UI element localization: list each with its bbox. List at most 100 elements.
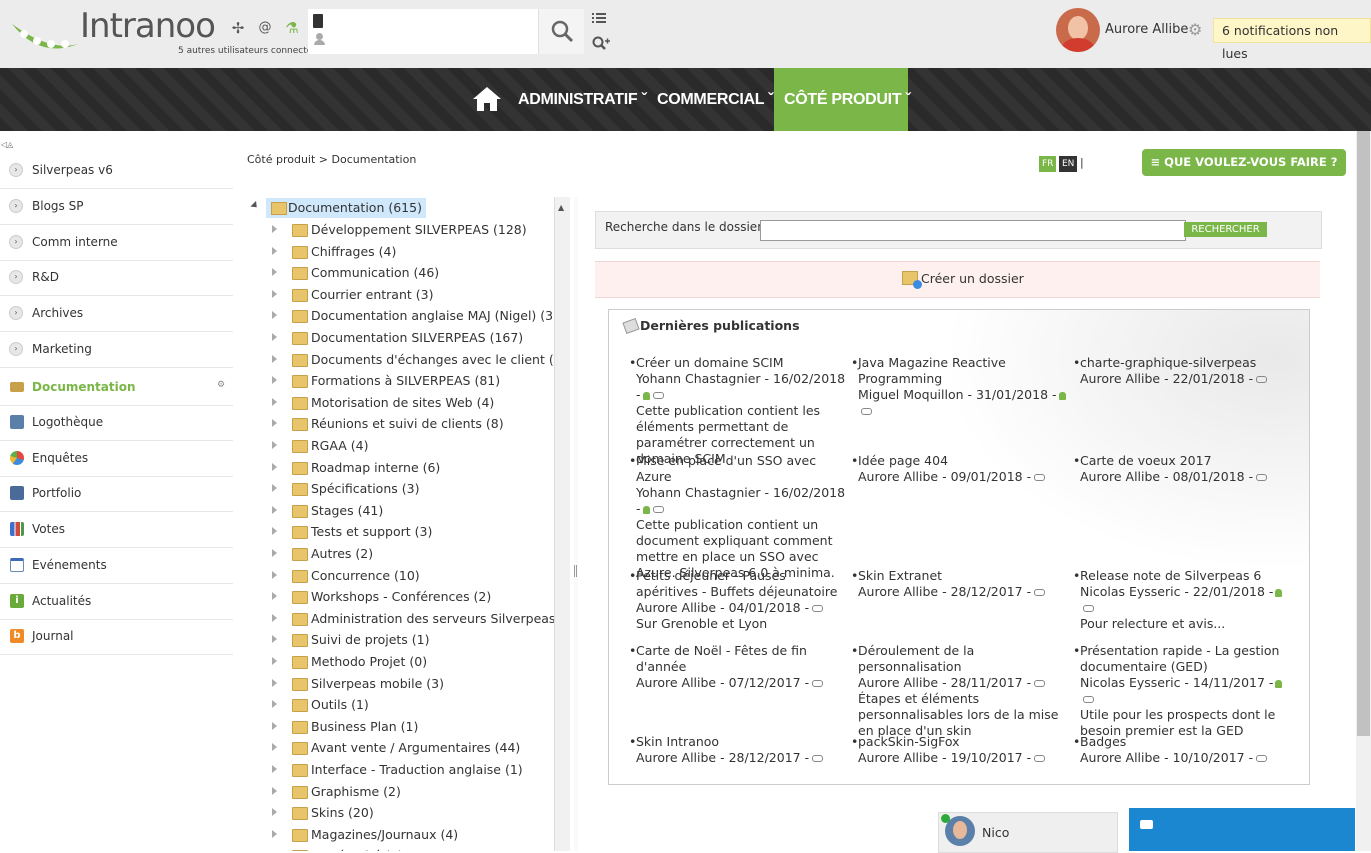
- list-icon[interactable]: [592, 12, 606, 24]
- publication-item[interactable]: • Déroulement de la personnalisation Auror…: [851, 643, 1073, 739]
- link-icon[interactable]: [1083, 605, 1094, 612]
- publication-title[interactable]: Carte de Noël - Fêtes de fin d'année: [636, 643, 851, 675]
- lang-en[interactable]: EN: [1059, 156, 1078, 172]
- link-icon[interactable]: [812, 755, 824, 762]
- publication-item[interactable]: • Présentation rapide - La gestion docume…: [1073, 643, 1295, 739]
- expand-arrow-icon[interactable]: [272, 527, 277, 536]
- publication-item[interactable]: • Idée page 404 Aurore Allibe - 09/01/2018…: [851, 453, 1073, 485]
- expand-arrow-icon[interactable]: [272, 268, 277, 277]
- link-icon[interactable]: [1256, 755, 1268, 762]
- expand-arrow-icon[interactable]: [272, 613, 277, 622]
- breadcrumb[interactable]: Côté produit > Documentation: [247, 153, 416, 166]
- expand-arrow-icon[interactable]: [272, 743, 277, 752]
- expand-arrow-icon[interactable]: [272, 657, 277, 665]
- publication-item[interactable]: • Java Magazine Reactive Programming Migue…: [851, 355, 1073, 419]
- chat-bubble-icon[interactable]: [1140, 820, 1153, 829]
- user-name[interactable]: Aurore Allibe: [1105, 22, 1188, 37]
- publication-item[interactable]: • Créer un domaine SCIM Yohann Chastagnier…: [629, 355, 851, 467]
- expand-arrow-icon[interactable]: [272, 441, 277, 449]
- expand-arrow-icon[interactable]: [272, 484, 277, 493]
- expand-arrow-icon[interactable]: [272, 419, 277, 428]
- expand-arrow-icon[interactable]: [272, 765, 277, 773]
- logo-text[interactable]: Intranoo: [80, 6, 216, 46]
- at-sign-icon[interactable]: @: [256, 19, 274, 37]
- publication-item[interactable]: • Skin Extranet Aurore Allibe - 28/12/2017…: [851, 568, 1073, 600]
- sidebar-item-blogs-sp[interactable]: › Blogs SP: [0, 189, 233, 225]
- publication-title[interactable]: Skin Intranoo: [636, 734, 851, 750]
- expand-arrow-icon[interactable]: [272, 246, 277, 255]
- link-icon[interactable]: [1083, 696, 1094, 703]
- expand-arrow-icon[interactable]: [272, 808, 277, 817]
- nav-commercial[interactable]: COMMERCIAL ˇ: [657, 68, 773, 131]
- publication-title[interactable]: charte-graphique-silverpeas: [1080, 355, 1295, 371]
- expand-arrow-icon[interactable]: [272, 549, 277, 557]
- expand-arrow-icon[interactable]: [272, 376, 277, 385]
- publication-title[interactable]: Java Magazine Reactive Programming: [858, 355, 1073, 387]
- expand-arrow-icon[interactable]: [272, 700, 277, 709]
- publication-item[interactable]: • packSkin-SigFox Aurore Allibe - 19/10/20…: [851, 734, 1073, 766]
- link-icon[interactable]: [1034, 680, 1046, 687]
- sidebar-item-archives[interactable]: › Archives: [0, 296, 233, 332]
- expand-arrow-icon[interactable]: [272, 354, 277, 363]
- link-icon[interactable]: [1034, 589, 1046, 596]
- sidebar-item-logotheque[interactable]: Logothèque: [0, 405, 233, 441]
- link-icon[interactable]: [1034, 755, 1046, 762]
- link-icon[interactable]: [1256, 376, 1268, 383]
- publication-title[interactable]: Idée page 404: [858, 453, 1073, 469]
- sidebar-item-votes[interactable]: Votes: [0, 512, 233, 548]
- publication-title[interactable]: Déroulement de la personnalisation: [858, 643, 1073, 675]
- home-icon[interactable]: [472, 86, 502, 112]
- nav-cote-produit[interactable]: CÔTÉ PRODUIT ˇ: [784, 68, 911, 131]
- expand-arrow-icon[interactable]: [272, 397, 277, 406]
- sidebar-item-comm-interne[interactable]: › Comm interne: [0, 225, 233, 261]
- expand-arrow-icon[interactable]: [272, 635, 277, 644]
- folder-search-button[interactable]: RECHERCHER: [1184, 222, 1267, 237]
- link-icon[interactable]: [1256, 474, 1268, 481]
- users-connected-link[interactable]: 5 autres utilisateurs connectés: [178, 46, 317, 56]
- notifications-badge[interactable]: 6 notifications non lues: [1213, 18, 1371, 61]
- publication-item[interactable]: • Petits déjeuner - Pauses apéritives - B…: [629, 568, 851, 632]
- publication-title[interactable]: Créer un domaine SCIM: [636, 355, 851, 371]
- publication-title[interactable]: Petits déjeuner - Pauses apéritives - Bu…: [636, 568, 851, 600]
- link-icon[interactable]: [812, 605, 824, 612]
- what-do-you-want-button[interactable]: ≡ QUE VOULEZ-VOUS FAIRE ?: [1142, 149, 1346, 176]
- sidebar-item-journal[interactable]: b Journal: [0, 619, 233, 655]
- user-avatar[interactable]: [1056, 8, 1100, 52]
- global-search-input[interactable]: [308, 9, 538, 54]
- sidebar-item-portfolio[interactable]: Portfolio: [0, 476, 233, 512]
- expand-arrow-icon[interactable]: [272, 592, 277, 601]
- sidebar-item-actualites[interactable]: i Actualités: [0, 584, 233, 620]
- expand-arrow-icon[interactable]: [272, 829, 277, 838]
- expand-arrow-icon[interactable]: [272, 225, 277, 233]
- expand-arrow-icon[interactable]: [272, 721, 277, 730]
- scroll-up-icon[interactable]: ▲: [558, 203, 564, 212]
- publication-title[interactable]: Skin Extranet: [858, 568, 1073, 584]
- signpost-icon[interactable]: ✢: [229, 19, 247, 37]
- add-folder-icon[interactable]: [902, 271, 922, 289]
- expand-arrow-icon[interactable]: [272, 311, 277, 320]
- folder-search-input[interactable]: [760, 220, 1186, 241]
- publication-item[interactable]: • Carte de Noël - Fêtes de fin d'année Aur…: [629, 643, 851, 691]
- link-icon[interactable]: [652, 506, 664, 513]
- link-icon[interactable]: [1034, 474, 1046, 481]
- expand-arrow-icon[interactable]: [272, 333, 277, 341]
- expand-arrow-icon[interactable]: [272, 786, 277, 795]
- create-folder-link[interactable]: Créer un dossier: [921, 271, 1024, 286]
- expand-arrow-icon[interactable]: [272, 678, 277, 687]
- link-icon[interactable]: [812, 680, 824, 687]
- sidebar-item-enquetes[interactable]: Enquêtes: [0, 441, 233, 477]
- publication-item[interactable]: • charte-graphique-silverpeas Aurore Allib…: [1073, 355, 1295, 387]
- tree-root-documentation[interactable]: Documentation (615): [266, 198, 426, 218]
- user-icon[interactable]: [314, 33, 326, 47]
- gear-icon[interactable]: ⚙: [1188, 20, 1202, 39]
- publication-item[interactable]: • Badges Aurore Allibe - 10/10/2017 -: [1073, 734, 1295, 766]
- publication-title[interactable]: Release note de Silverpeas 6: [1080, 568, 1295, 584]
- publication-title[interactable]: Présentation rapide - La gestion documen…: [1080, 643, 1295, 675]
- publication-title[interactable]: Mise en place d'un SSO avec Azure: [636, 453, 851, 485]
- expand-arrow-icon[interactable]: [272, 289, 277, 298]
- sidebar-item-silverpeas-v6[interactable]: › Silverpeas v6: [0, 153, 233, 189]
- link-icon[interactable]: [861, 408, 872, 415]
- expand-arrow-icon[interactable]: [272, 570, 277, 579]
- lang-fr[interactable]: FR: [1039, 156, 1057, 172]
- publication-title[interactable]: packSkin-SigFox: [858, 734, 1073, 750]
